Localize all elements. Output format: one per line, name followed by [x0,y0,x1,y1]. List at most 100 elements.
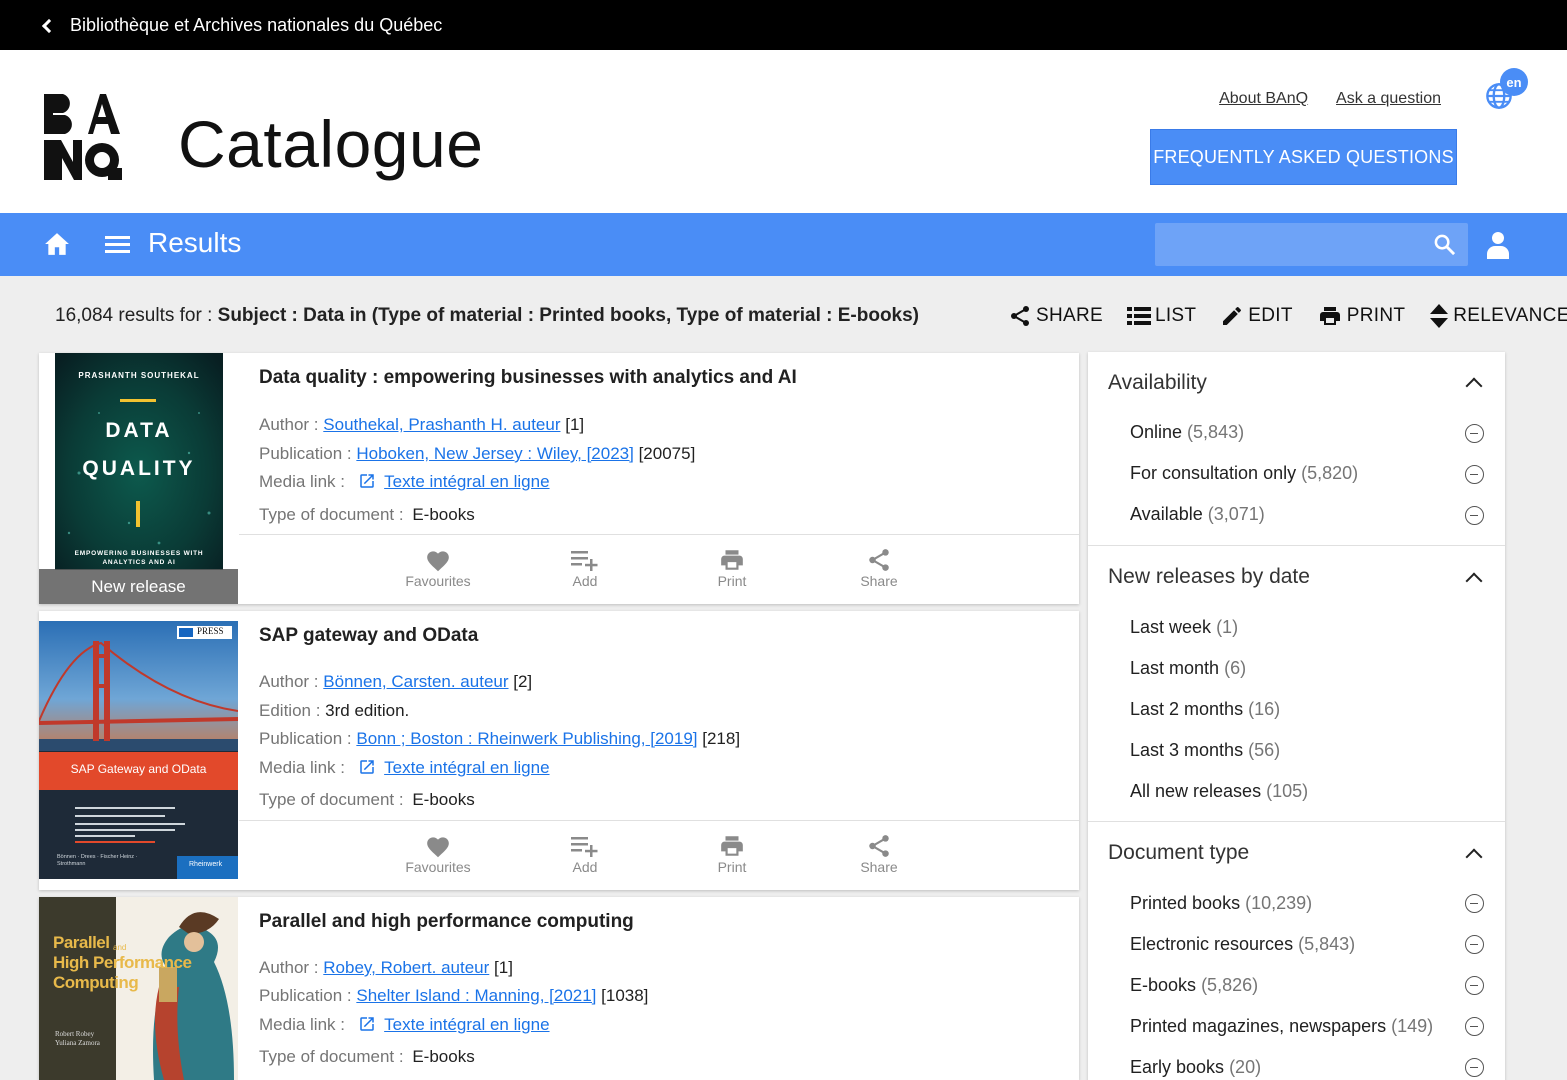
author-link[interactable]: Bönnen, Carsten. auteur [323,672,508,691]
book-cover[interactable]: Parallel High Performance Computing and … [39,897,238,1080]
language-switcher[interactable]: en [1485,68,1529,112]
facet-item-last-week[interactable]: Last week (1) [1130,617,1238,638]
full-text-link[interactable]: Texte intégral en ligne [384,472,549,491]
printer-icon [1319,307,1340,325]
exclude-icon[interactable] [1465,506,1484,525]
result-card: PRESS SAP Gateway and OData Bönnen · Dre… [39,611,1079,890]
home-icon[interactable] [44,232,70,256]
exclude-icon[interactable] [1465,935,1484,954]
facet-item-available[interactable]: Available (3,071) [1130,504,1265,525]
facet-item-printed-magazines[interactable]: Printed magazines, newspapers (149) [1130,1016,1433,1037]
favourites-label: Favourites [405,859,471,875]
banq-logo[interactable] [44,94,122,180]
publication-link[interactable]: Bonn ; Boston : Rheinwerk Publishing, [2… [356,729,697,748]
result-title[interactable]: Parallel and high performance computing [259,911,634,933]
exclude-icon[interactable] [1465,465,1484,484]
facet-document-type-title[interactable]: Document type [1108,841,1249,865]
facet-item-count: (5,843) [1187,422,1245,442]
faq-button[interactable]: FREQUENTLY ASKED QUESTIONS [1150,129,1457,185]
facet-item-printed-books[interactable]: Printed books (10,239) [1130,893,1312,914]
chevron-left-icon[interactable] [41,18,57,33]
doctype-label: Type of document : [259,790,404,809]
exclude-icon[interactable] [1465,976,1484,995]
facet-item-early-books[interactable]: Early books (20) [1130,1057,1261,1078]
publication-label: Publication : [259,444,352,463]
chevron-up-icon[interactable] [1465,377,1483,395]
facets-sidebar: Availability Online (5,843) For consulta… [1088,352,1505,1080]
result-title[interactable]: Data quality : empowering businesses wit… [259,367,797,389]
exclude-icon[interactable] [1465,1058,1484,1077]
external-link-icon [359,474,374,488]
facet-new-releases-title[interactable]: New releases by date [1108,565,1310,589]
author-link[interactable]: Southekal, Prashanth H. auteur [323,415,560,434]
results-count: 16,084 results for : Subject : Data in (… [55,305,921,327]
facet-item-consultation-only[interactable]: For consultation only (5,820) [1130,463,1358,484]
facet-item-label: Last month [1130,658,1220,678]
edition-value: 3rd edition. [325,701,410,720]
facet-item-label: Online [1130,422,1183,442]
banq-home-link[interactable]: Bibliothèque et Archives nationales du Q… [70,15,442,36]
publication-link[interactable]: Hoboken, New Jersey : Wiley, [2023] [356,444,633,463]
cover-title: SAP Gateway and OData [70,762,207,776]
print-label: Print [717,859,747,875]
share-label: Share [860,573,898,589]
cover-authors: Bönnen · Drees · Fischer Heinz · Strothm… [57,854,138,867]
facet-item-all-new-releases[interactable]: All new releases (105) [1130,781,1308,802]
user-account-icon[interactable] [1486,231,1510,259]
favourites-button[interactable]: Favourites [388,833,488,875]
facet-item-last-2-months[interactable]: Last 2 months (16) [1130,699,1280,720]
site-header: Catalogue About BAnQ Ask a question FREQ… [0,50,1567,213]
catalogue-title: Catalogue [178,107,484,181]
full-text-link[interactable]: Texte intégral en ligne [384,1015,549,1034]
cover-author: PRASHANTH SOUTHEKAL [78,371,200,380]
share-tool-button[interactable]: SHARE [1008,304,1103,328]
exclude-icon[interactable] [1465,424,1484,443]
full-text-link[interactable]: Texte intégral en ligne [384,758,549,777]
edit-tool-button[interactable]: EDIT [1220,304,1292,328]
menu-icon[interactable] [105,234,130,254]
book-cover[interactable]: PRESS SAP Gateway and OData Bönnen · Dre… [39,611,238,890]
chevron-up-icon[interactable] [1465,848,1483,866]
doctype-value: E-books [412,505,475,524]
share-button[interactable]: Share [829,547,929,589]
ask-question-link[interactable]: Ask a question [1336,90,1441,108]
publication-count: [20075] [638,444,696,463]
publication-row: Publication : Shelter Island : Manning, … [259,986,648,1006]
result-title[interactable]: SAP gateway and OData [259,625,478,647]
publication-label: Publication : [259,986,352,1005]
share-button[interactable]: Share [829,833,929,875]
list-tool-button[interactable]: LIST [1126,305,1196,327]
favourites-button[interactable]: Favourites [388,547,488,589]
exclude-icon[interactable] [1465,894,1484,913]
author-label: Author : [259,415,319,434]
exclude-icon[interactable] [1465,1017,1484,1036]
print-tool-button[interactable]: PRINT [1317,304,1406,328]
facet-item-online[interactable]: Online (5,843) [1130,422,1244,443]
facet-item-electronic-resources[interactable]: Electronic resources (5,843) [1130,934,1355,955]
facet-item-last-month[interactable]: Last month (6) [1130,658,1246,679]
print-button[interactable]: Print [682,547,782,589]
add-button[interactable]: Add [535,833,635,875]
print-button[interactable]: Print [682,833,782,875]
sort-relevance-button[interactable]: RELEVANCE [1429,303,1567,329]
heart-icon [427,837,449,858]
facet-item-last-3-months[interactable]: Last 3 months (56) [1130,740,1280,761]
book-cover[interactable]: PRASHANTH SOUTHEKAL DATA QUALITY EMPOWER… [39,353,238,604]
print-label: Print [717,573,747,589]
author-row: Author : Robey, Robert. auteur [1] [259,958,513,978]
publication-link[interactable]: Shelter Island : Manning, [2021] [356,986,596,1005]
search-icon[interactable] [1433,233,1456,256]
author-link[interactable]: Robey, Robert. auteur [323,958,489,977]
top-bar: Bibliothèque et Archives nationales du Q… [0,0,1567,50]
about-banq-link[interactable]: About BAnQ [1219,90,1308,108]
results-summary-bar: 16,084 results for : Subject : Data in (… [55,302,1567,330]
cover-authors-1: Robert Robey [55,1030,95,1038]
chevron-up-icon[interactable] [1465,572,1483,590]
cover-title-and: and [113,943,127,952]
facet-item-e-books[interactable]: E-books (5,826) [1130,975,1258,996]
printer-icon [721,550,743,570]
search-input[interactable] [1155,223,1425,266]
add-button[interactable]: Add [535,547,635,589]
facet-item-count: (56) [1248,740,1281,760]
facet-availability-title[interactable]: Availability [1108,371,1207,395]
